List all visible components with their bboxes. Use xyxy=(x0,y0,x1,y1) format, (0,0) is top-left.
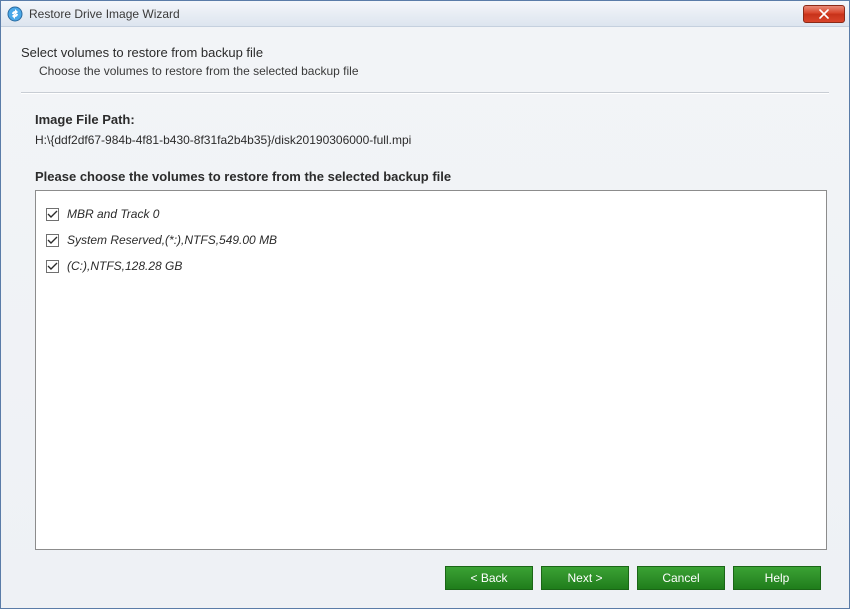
button-row: < Back Next > Cancel Help xyxy=(21,550,829,596)
help-button[interactable]: Help xyxy=(733,566,821,590)
volumes-list: MBR and Track 0 System Reserved,(*:),NTF… xyxy=(35,190,827,550)
checkmark-icon xyxy=(47,261,58,272)
window-title: Restore Drive Image Wizard xyxy=(29,7,803,21)
close-icon xyxy=(819,9,829,19)
close-button[interactable] xyxy=(803,5,845,23)
volumes-label: Please choose the volumes to restore fro… xyxy=(35,169,829,184)
checkbox[interactable] xyxy=(46,260,59,273)
image-path-label: Image File Path: xyxy=(35,112,829,127)
titlebar: Restore Drive Image Wizard xyxy=(1,1,849,27)
volume-label: System Reserved,(*:),NTFS,549.00 MB xyxy=(67,233,277,247)
volume-item-system-reserved[interactable]: System Reserved,(*:),NTFS,549.00 MB xyxy=(46,227,816,253)
page-title: Select volumes to restore from backup fi… xyxy=(21,45,829,60)
cancel-button[interactable]: Cancel xyxy=(637,566,725,590)
app-icon xyxy=(7,6,23,22)
content-area: Select volumes to restore from backup fi… xyxy=(1,27,849,608)
volume-label: (C:),NTFS,128.28 GB xyxy=(67,259,182,273)
next-button[interactable]: Next > xyxy=(541,566,629,590)
volume-label: MBR and Track 0 xyxy=(67,207,159,221)
image-path-value: H:\{ddf2df67-984b-4f81-b430-8f31fa2b4b35… xyxy=(35,133,829,147)
checkbox[interactable] xyxy=(46,234,59,247)
volume-item-c-drive[interactable]: (C:),NTFS,128.28 GB xyxy=(46,253,816,279)
checkmark-icon xyxy=(47,235,58,246)
volume-item-mbr[interactable]: MBR and Track 0 xyxy=(46,201,816,227)
page-subtitle: Choose the volumes to restore from the s… xyxy=(39,64,829,78)
checkmark-icon xyxy=(47,209,58,220)
back-button[interactable]: < Back xyxy=(445,566,533,590)
checkbox[interactable] xyxy=(46,208,59,221)
wizard-window: Restore Drive Image Wizard Select volume… xyxy=(0,0,850,609)
divider xyxy=(21,92,829,94)
